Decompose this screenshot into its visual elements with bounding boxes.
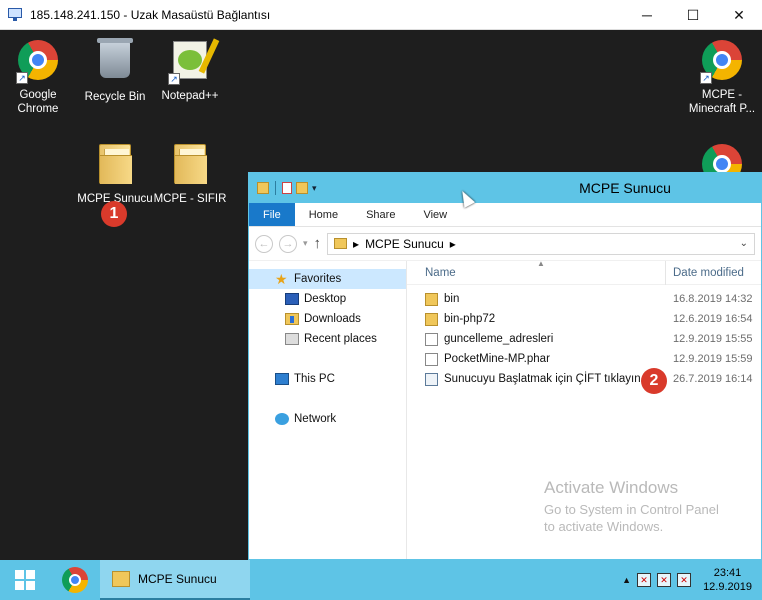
file-row[interactable]: PocketMine-MP.phar 12.9.2019 15:59: [407, 349, 761, 369]
nav-recent-places[interactable]: Recent places: [249, 329, 406, 349]
folder-icon: [99, 144, 132, 184]
tab-home[interactable]: Home: [295, 203, 352, 226]
nav-network[interactable]: Network: [249, 409, 406, 429]
volume-muted-icon[interactable]: ✕: [677, 573, 692, 587]
folder-icon: [112, 571, 130, 587]
recent-places-icon: [285, 333, 299, 345]
minimize-button[interactable]: ─: [624, 0, 670, 30]
folder-icon: [425, 292, 438, 306]
chevron-down-icon[interactable]: ⌄: [740, 238, 748, 249]
activate-windows-watermark: Activate Windows Go to System in Control…: [544, 478, 719, 534]
taskbar: MCPE Sunucu ▲ ✕ ✕ ✕ 23:41 12.9.2019: [0, 560, 762, 600]
show-hidden-icons-icon[interactable]: ▲: [622, 575, 631, 585]
file-row[interactable]: bin-php72 12.6.2019 16:54: [407, 309, 761, 329]
close-button[interactable]: ✕: [716, 0, 762, 30]
taskbar-chrome[interactable]: [50, 560, 100, 600]
star-icon: ★: [275, 271, 288, 287]
desktop-icon-notepadpp[interactable]: ↗ Notepad++: [152, 38, 228, 103]
start-button[interactable]: [0, 560, 50, 600]
clock[interactable]: 23:41 12.9.2019: [703, 566, 752, 594]
recent-locations-icon[interactable]: ▾: [303, 238, 308, 249]
network-status-icon[interactable]: ✕: [657, 573, 672, 587]
chrome-icon: [62, 567, 88, 593]
navigation-pane: ★ Favorites Desktop Downloads Recent pla…: [249, 261, 407, 559]
remote-desktop-icon: [8, 7, 24, 22]
explorer-title-bar: ▾ MCPE Sunucu: [249, 173, 761, 203]
downloads-icon: [285, 313, 299, 325]
desktop-icon-chrome[interactable]: ↗ Google Chrome: [0, 38, 76, 116]
file-icon: [425, 332, 438, 346]
nav-this-pc[interactable]: This PC: [249, 369, 406, 389]
desktop-icon: [285, 293, 299, 305]
tab-share[interactable]: Share: [352, 203, 409, 226]
sort-ascending-icon: ▲: [537, 259, 545, 268]
up-button[interactable]: ↑: [314, 235, 322, 252]
desktop-icon-mcpe-sifir[interactable]: MCPE - SIFIR: [152, 142, 228, 206]
file-row[interactable]: bin 16.8.2019 14:32: [407, 289, 761, 309]
rdp-title: 185.148.241.150 - Uzak Masaüstü Bağlantı…: [30, 7, 271, 22]
recycle-bin-icon: [97, 38, 133, 78]
windows-logo-icon: [15, 570, 35, 590]
file-row[interactable]: guncelleme_adresleri 12.9.2019 15:55: [407, 329, 761, 349]
desktop-icon-mcpe-sunucu[interactable]: MCPE Sunucu: [77, 142, 153, 206]
desktop-icon-recycle-bin[interactable]: Recycle Bin: [77, 38, 153, 104]
batch-file-icon: [425, 372, 438, 386]
computer-icon: [275, 373, 289, 385]
column-name[interactable]: Name: [407, 267, 667, 279]
taskbar-app-mcpe-sunucu[interactable]: MCPE Sunucu: [100, 560, 250, 600]
step-badge-1: 1: [101, 201, 127, 227]
rdp-title-bar: 185.148.241.150 - Uzak Masaüstü Bağlantı…: [0, 0, 762, 30]
column-date-modified[interactable]: Date modified: [665, 261, 744, 285]
tab-view[interactable]: View: [409, 203, 461, 226]
maximize-button[interactable]: ☐: [670, 0, 716, 30]
file-icon: [425, 352, 438, 366]
address-bar[interactable]: ▸ MCPE Sunucu ▸ ⌄: [327, 232, 755, 255]
desktop-icon-mcpe-minecraft[interactable]: ↗ MCPE - Minecraft P...: [684, 38, 760, 116]
folder-icon: [174, 144, 207, 184]
nav-downloads[interactable]: Downloads: [249, 309, 406, 329]
forward-button[interactable]: →: [279, 234, 297, 253]
address-separator-icon: ▸: [353, 236, 360, 251]
nav-desktop[interactable]: Desktop: [249, 289, 406, 309]
folder-icon: [334, 238, 348, 249]
address-row: ← → ▾ ↑ ▸ MCPE Sunucu ▸ ⌄: [249, 227, 761, 261]
ribbon-tabs: File Home Share View: [249, 203, 761, 227]
file-row[interactable]: Sunucuyu Başlatmak için ÇİFT tıklayın 26…: [407, 369, 761, 389]
action-center-icon[interactable]: ✕: [637, 573, 652, 587]
column-headers: ▲ Name Date modified: [407, 259, 761, 285]
folder-icon: [425, 312, 438, 326]
back-button[interactable]: ←: [255, 234, 273, 253]
explorer-title: MCPE Sunucu: [579, 180, 671, 196]
nav-favorites[interactable]: ★ Favorites: [249, 269, 406, 289]
breadcrumb-mcpe-sunucu[interactable]: MCPE Sunucu: [365, 237, 444, 251]
step-badge-2: 2: [641, 368, 667, 394]
system-tray: ▲ ✕ ✕ ✕ 23:41 12.9.2019: [622, 566, 762, 594]
address-separator-icon: ▸: [449, 236, 456, 251]
tab-file[interactable]: File: [249, 203, 295, 226]
network-icon: [275, 413, 289, 425]
